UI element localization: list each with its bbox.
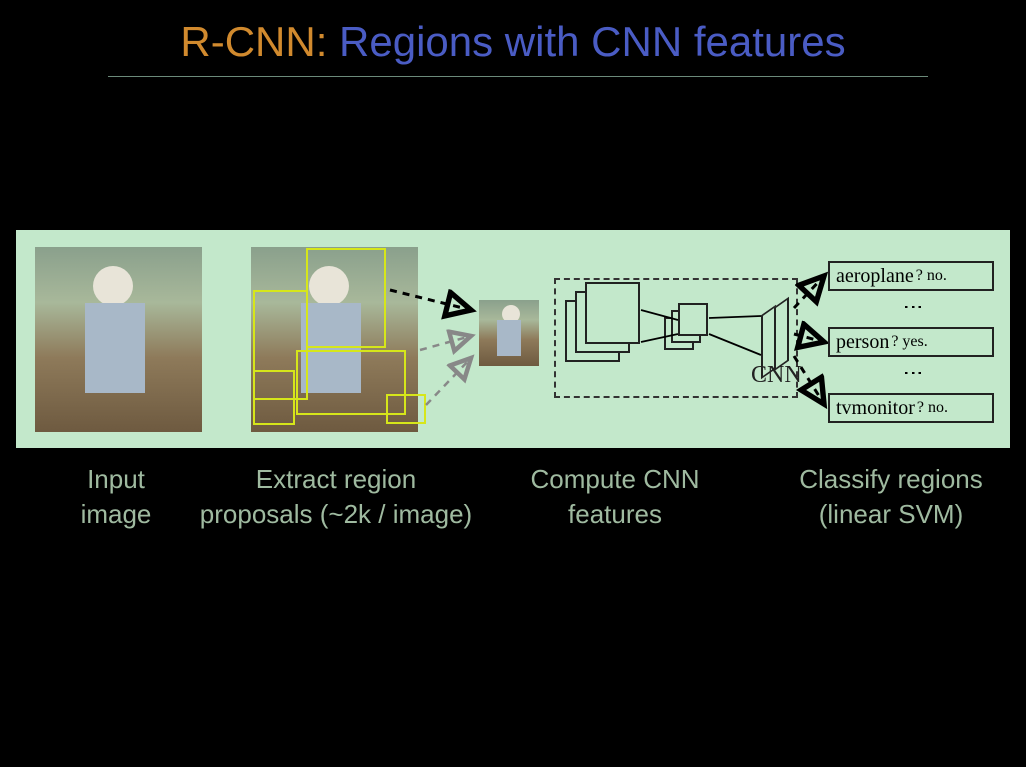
title-prefix: R-CNN: [180,18,327,65]
caption-text: Inputimage [46,462,186,532]
caption-input: Inputimage [46,462,186,532]
region-box [386,394,426,424]
classifier-box: person? yes. [828,327,994,357]
pipeline-diagram: CNN aeroplane? no. ⋮ person? yes. ⋮ tvmo [16,230,1010,448]
caption-text: Classify regions(linear SVM) [786,462,996,532]
vertical-dots: ⋮ [908,297,918,317]
cnn-label: CNN [751,362,802,389]
class-answer: ? no. [916,267,947,285]
title-underline [108,76,928,77]
input-image [35,247,202,432]
class-answer: ? yes. [891,333,927,351]
class-answer: ? no. [917,399,948,417]
region-box [253,370,295,425]
caption-text: Compute CNNfeatures [510,462,720,532]
caption-proposals: Extract regionproposals (~2k / image) [196,462,476,532]
classifier-box: aeroplane? no. [828,261,994,291]
warped-region [479,300,539,366]
caption-text: Extract regionproposals (~2k / image) [196,462,476,532]
conv-layer [678,303,708,336]
class-label: aeroplane [836,265,914,288]
title-rest: Regions with CNN features [327,18,845,65]
class-label: person [836,331,889,354]
feature-vector [774,297,789,372]
region-box [306,248,386,348]
classifier-box: tvmonitor? no. [828,393,994,423]
caption-classify: Classify regions(linear SVM) [786,462,996,532]
conv-layer [585,282,640,344]
slide-title: R-CNN: Regions with CNN features [0,18,1026,66]
vertical-dots: ⋮ [908,363,918,383]
caption-compute: Compute CNNfeatures [510,462,720,532]
class-label: tvmonitor [836,397,915,420]
